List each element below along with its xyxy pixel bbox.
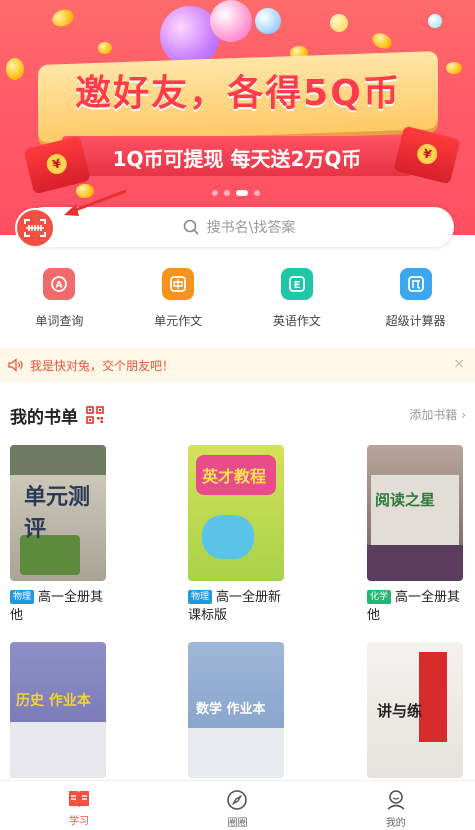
qr-code-icon[interactable] <box>86 406 104 424</box>
app-screen: 邀好友，各得5Q币 1Q币可提现 每天送2万Q币 ¥ ¥ 搜书名\找答案 A 单… <box>0 0 475 830</box>
user-icon <box>387 790 405 810</box>
speaker-icon <box>8 358 23 372</box>
book-caption: 物理 高一全册其他 <box>10 589 106 625</box>
tab-circle[interactable]: 圈圈 <box>158 781 316 830</box>
tool-label: 英语作文 <box>272 314 321 328</box>
coin-icon <box>6 58 24 80</box>
notice-bar[interactable]: 我是快对兔，交个朋友吧！ × <box>0 348 475 382</box>
pointer-arrow-icon <box>64 189 127 216</box>
book-card[interactable]: 数学 作业本 <box>188 642 284 778</box>
subject-tag: 物理 <box>188 590 213 604</box>
yuan-coin-icon: ¥ <box>44 151 69 177</box>
cover-title: 讲与练 <box>377 702 423 720</box>
carousel-indicator <box>212 190 260 196</box>
coin-icon <box>446 62 462 74</box>
carousel-dot <box>212 190 218 196</box>
book-cover: 英才教程 <box>188 445 284 581</box>
cover-title: 阅读之星 <box>375 491 436 509</box>
decor-bubble <box>255 8 281 34</box>
subject-tag: 物理 <box>10 590 35 604</box>
carousel-dot <box>224 190 230 196</box>
cover-title: 英才教程 <box>202 467 267 486</box>
search-icon <box>183 219 199 235</box>
book-cover: 阅读之星 <box>367 445 463 581</box>
tool-calculator[interactable]: 超级计算器 <box>356 268 475 340</box>
coin-icon <box>369 30 395 52</box>
cover-title: 数学 作业本 <box>196 702 266 717</box>
close-icon[interactable]: × <box>453 356 465 372</box>
tool-word-lookup[interactable]: A 单词查询 <box>0 268 119 340</box>
tool-label: 单元作文 <box>154 314 203 328</box>
search-input[interactable]: 搜书名\找答案 <box>207 217 296 237</box>
coin-icon <box>98 42 112 54</box>
unit-essay-icon <box>162 268 195 300</box>
book-cover: 历史 作业本 <box>10 642 106 778</box>
svg-text:E: E <box>293 280 300 291</box>
english-essay-icon: E <box>280 268 313 300</box>
book-card[interactable]: 阅读之星 化学 高一全册其他 <box>367 445 463 625</box>
coin-icon <box>49 6 77 30</box>
subject-tag: 化学 <box>367 590 392 604</box>
svg-text:A: A <box>56 281 63 291</box>
add-book-link[interactable]: 添加书籍 › <box>409 406 466 423</box>
book-cover: 数学 作业本 <box>188 642 284 778</box>
tab-label: 我的 <box>385 818 406 829</box>
book-cover: 单元测评 <box>10 445 106 581</box>
book-card[interactable]: 单元测评 物理 高一全册其他 <box>10 445 106 625</box>
scan-button[interactable] <box>15 208 55 248</box>
decor-bubble <box>210 0 252 42</box>
yuan-coin-icon: ¥ <box>415 141 440 167</box>
book-card[interactable]: 讲与练 <box>367 642 463 778</box>
tool-english-essay[interactable]: E 英语作文 <box>238 268 357 340</box>
cover-title: 历史 作业本 <box>16 693 91 709</box>
scan-icon <box>24 219 46 237</box>
book-caption: 化学 高一全册其他 <box>367 589 463 625</box>
decor-bubble <box>330 14 348 32</box>
book-caption: 物理 高一全册新课标版 <box>188 589 284 625</box>
tool-label: 单词查询 <box>35 314 84 328</box>
tool-label: 超级计算器 <box>385 314 446 328</box>
carousel-dot-active <box>236 190 248 196</box>
tab-study[interactable]: 学习 <box>0 781 158 830</box>
tab-mine[interactable]: 我的 <box>317 781 475 830</box>
banner-title: 邀好友，各得5Q币 <box>75 73 401 114</box>
cover-title: 单元测评 <box>24 484 91 542</box>
compass-icon <box>227 790 248 810</box>
tool-unit-essay[interactable]: 单元作文 <box>119 268 238 340</box>
decor-bubble <box>428 14 442 28</box>
bottom-tab-bar: 学习 圈圈 我的 <box>0 780 475 830</box>
notice-text: 我是快对兔，交个朋友吧！ <box>30 358 175 373</box>
booklist-header: 我的书单 添加书籍 › <box>10 402 466 428</box>
tab-label: 圈圈 <box>227 818 248 829</box>
book-card[interactable]: 英才教程 物理 高一全册新课标版 <box>188 445 284 625</box>
banner-subtitle: 1Q币可提现 每天送2万Q币 <box>112 147 362 171</box>
calculator-icon <box>399 268 432 300</box>
quick-tools: A 单词查询 单元作文 E 英语作文 超级计算器 <box>0 268 475 340</box>
tab-label: 学习 <box>69 816 90 827</box>
word-lookup-icon: A <box>43 268 76 300</box>
book-card[interactable]: 历史 作业本 <box>10 642 106 778</box>
carousel-dot <box>254 190 260 196</box>
booklist-title: 我的书单 <box>10 407 78 428</box>
book-cover: 讲与练 <box>367 642 463 778</box>
book-icon <box>69 791 90 808</box>
